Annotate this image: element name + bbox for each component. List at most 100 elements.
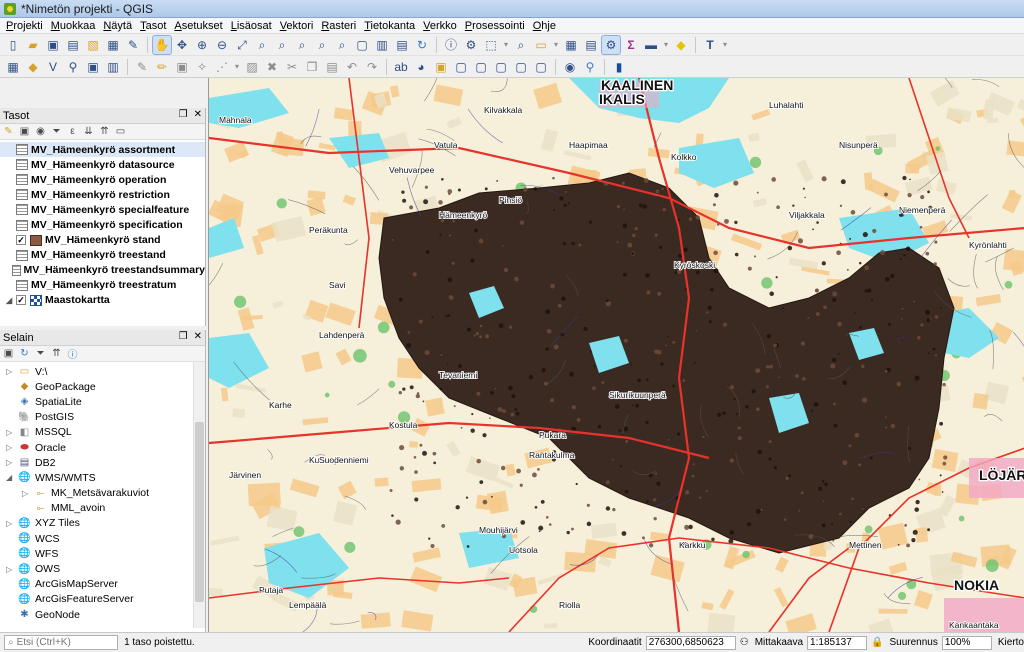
delete-feature-icon[interactable]: ✖ [263,58,281,76]
browser-item[interactable]: ▷ ▭ V:\ [0,364,205,379]
dropdown-arrow-icon[interactable]: ▾ [552,36,560,54]
zoom-last-icon[interactable]: ⌕ [313,36,331,54]
text-annotation-icon[interactable]: T [701,36,719,54]
scrollbar-thumb[interactable] [195,422,204,602]
locator-search[interactable]: ⌕ [4,635,119,650]
collapse-all-icon[interactable]: ⇈ [50,347,63,360]
refresh-icon[interactable]: ↻ [413,36,431,54]
layer-item[interactable]: MV_Hämeenkyrö specialfeature [0,202,205,217]
zoom-in-icon[interactable]: ⊕ [193,36,211,54]
layer-item[interactable]: MV_Hämeenkyrö treestandsummary [0,263,205,278]
save-project-icon[interactable]: ▣ [44,36,62,54]
run-action-icon[interactable]: ⚙ [462,36,480,54]
lock-scale-icon[interactable]: 🔒 [871,637,883,648]
dropdown-arrow-icon[interactable]: ▾ [233,58,241,76]
select-features-icon[interactable]: ⬚ [482,36,500,54]
expand-arrow-icon[interactable]: ▷ [6,428,18,437]
new-project-icon[interactable]: ▯ [4,36,22,54]
add-selected-layers-icon[interactable]: ▣ [2,347,15,360]
layer-item[interactable]: MV_Hämeenkyrö operation [0,172,205,187]
metasearch-icon[interactable]: ◉ [561,58,579,76]
field-calculator-icon[interactable]: ▦ [562,36,580,54]
new-bookmark-icon[interactable]: ▥ [373,36,391,54]
new-map-view-icon[interactable]: ▢ [353,36,371,54]
layer-item[interactable]: MV_Hämeenkyrö treestand [0,248,205,263]
browser-item[interactable]: ◈ SpatiaLite [0,394,205,409]
menu-verkko[interactable]: Verkko [419,20,461,32]
layout-manager-icon[interactable]: ▦ [104,36,122,54]
menu-prosessointi[interactable]: Prosessointi [461,20,529,32]
collapse-arrow-icon[interactable]: ◢ [6,473,18,482]
open-attribute-table-icon[interactable]: ▤ [582,36,600,54]
processing-toolbox-icon[interactable]: ⚙ [601,34,621,55]
layer-item[interactable]: MV_Hämeenkyrö assortment [0,142,205,158]
redo-icon[interactable]: ↷ [363,58,381,76]
browser-item[interactable]: ▷ ⟜ MK_Metsävarakuviot [0,486,205,501]
browser-item[interactable]: ◆ GeoPackage [0,379,205,394]
filter-legend-icon[interactable]: ⏷ [50,125,63,138]
float-panel-icon[interactable]: ❐ [179,331,188,342]
menu-ohje[interactable]: Ohje [529,20,560,32]
select-by-value-icon[interactable]: ⌕ [512,36,530,54]
add-raster-layer-icon[interactable]: V [44,58,62,76]
pan-icon[interactable]: ✋ [152,34,172,55]
filter-browser-icon[interactable]: ⏷ [34,347,47,360]
open-layer-styling-icon[interactable]: ✎ [2,125,15,138]
filter-by-expression-icon[interactable]: ε [66,125,79,138]
pan-to-selection-icon[interactable]: ✥ [173,36,191,54]
close-panel-icon[interactable]: ✕ [194,109,202,120]
browser-item[interactable]: 🐘 PostGIS [0,410,205,425]
browser-item[interactable]: ▷ ⬬ Oracle [0,440,205,455]
remove-layer-icon[interactable]: ▭ [114,125,127,138]
expand-arrow-icon[interactable]: ▷ [22,489,34,498]
pin-labels-icon[interactable]: ▢ [452,58,470,76]
manage-map-themes-icon[interactable]: ◉ [34,125,47,138]
browser-item[interactable]: 🌐 ArcGisMapServer [0,577,205,592]
browser-item[interactable]: 🌐 ArcGisFeatureServer [0,592,205,607]
new-print-layout-icon[interactable]: ▧ [84,36,102,54]
save-edits-icon[interactable]: ▣ [173,58,191,76]
zoom-full-icon[interactable]: ⤢ [233,36,251,54]
browser-item[interactable]: ▷ 🌐 XYZ Tiles [0,516,205,531]
expand-arrow-icon[interactable]: ▷ [6,367,18,376]
refresh-icon[interactable]: ↻ [18,347,31,360]
zoom-next-icon[interactable]: ⌕ [333,36,351,54]
current-edits-icon[interactable]: ✎ [133,58,151,76]
label-tool-icon[interactable]: ab [392,58,410,76]
menu-asetukset[interactable]: Asetukset [170,20,226,32]
measure-icon[interactable]: ▬ [642,36,660,54]
browser-item[interactable]: ◢ 🌐 WMS/WMTS [0,470,205,485]
deselect-icon[interactable]: ▭ [532,36,550,54]
menu-lis-osat[interactable]: Lisäosat [227,20,276,32]
style-manager-icon[interactable]: ✎ [124,36,142,54]
browser-item[interactable]: 🌐 WCS [0,531,205,546]
open-project-icon[interactable]: ▰ [24,36,42,54]
temporary-layer-icon[interactable]: ▥ [104,58,122,76]
browser-item[interactable]: ▷ ◧ MSSQL [0,425,205,440]
menu-rasteri[interactable]: Rasteri [317,20,360,32]
expand-arrow-icon[interactable]: ◢ [6,296,16,305]
menu-tietokanta[interactable]: Tietokanta [360,20,419,32]
layer-item[interactable]: MV_Hämeenkyrö datasource [0,157,205,172]
map-canvas[interactable]: KAALINEN IKALIS Kilvakkala Luhalahti Haapima… [208,78,1024,632]
highlight-pinned-labels-icon[interactable]: ▣ [432,58,450,76]
expand-arrow-icon[interactable]: ▷ [6,519,18,528]
layer-item[interactable]: ◢ ✓ Maastokartta [0,293,205,308]
menu-projekti[interactable]: Projekti [2,20,47,32]
dropdown-arrow-icon[interactable]: ▾ [721,36,729,54]
move-label-icon[interactable]: ▢ [492,58,510,76]
undo-icon[interactable]: ↶ [343,58,361,76]
close-panel-icon[interactable]: ✕ [194,331,202,342]
browser-item[interactable]: ▷ 🌐 OWS [0,561,205,576]
show-bookmarks-icon[interactable]: ▤ [393,36,411,54]
dropdown-arrow-icon[interactable]: ▾ [502,36,510,54]
menu-n-yt-[interactable]: Näytä [99,20,136,32]
zoom-out-icon[interactable]: ⊖ [213,36,231,54]
dropdown-arrow-icon[interactable]: ▾ [662,36,670,54]
expand-arrow-icon[interactable]: ▷ [6,458,18,467]
python-console-icon[interactable]: ⚲ [581,58,599,76]
statistical-summary-icon[interactable]: Σ [622,36,640,54]
add-group-icon[interactable]: ▣ [18,125,31,138]
layer-item[interactable]: MV_Hämeenkyrö specification [0,217,205,232]
magnifier-input[interactable] [941,635,992,650]
